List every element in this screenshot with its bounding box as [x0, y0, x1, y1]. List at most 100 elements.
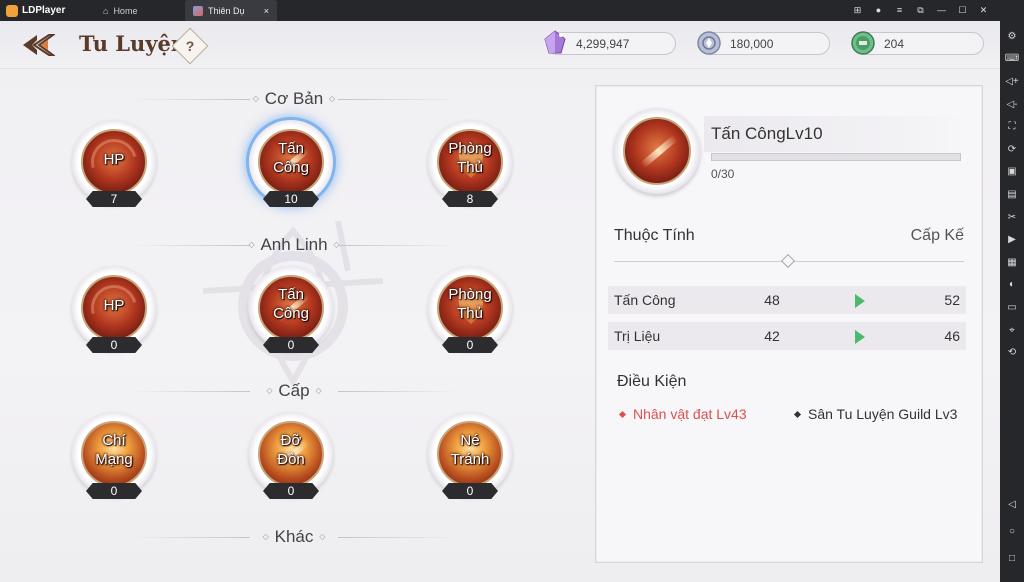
recent-apps-icon[interactable]: □ [1000, 545, 1024, 572]
bullet-icon [618, 410, 627, 418]
conditions-header: Điều Kiện [617, 373, 687, 390]
brand: LDPlayer [0, 4, 95, 17]
bullet-icon [793, 410, 802, 418]
skill-level-badge: 0 [442, 483, 498, 499]
window-controls: ⊞ ● ≡ ⧉ — ☐ ✕ [847, 5, 1000, 16]
skill-defense-basic[interactable]: Phòng Thủ 8 [425, 117, 515, 207]
skill-attack-spirit[interactable]: Tấn Công 0 [246, 263, 336, 353]
skill-attack-basic[interactable]: Tấn Công 10 [246, 117, 336, 207]
account-icon[interactable]: ● [868, 5, 889, 16]
close-icon[interactable]: ✕ [973, 5, 994, 16]
section-title: Anh Linh [248, 235, 339, 255]
help-label: ? [185, 38, 195, 54]
maximize-icon[interactable]: ☐ [952, 5, 973, 16]
stat-name: Trị Liệu [614, 328, 661, 344]
condition-text: Sân Tu Luyện Guild Lv3 [808, 406, 958, 422]
condition-text: Nhân vật đạt Lv43 [633, 406, 747, 422]
record-icon[interactable]: ▶ [1000, 228, 1024, 251]
skill-label: Né Tránh [450, 432, 490, 468]
stat-row: Tấn Công 48 52 [608, 286, 966, 314]
back-arrow-icon [23, 34, 55, 56]
skill-label: Chí Mạng [95, 432, 133, 468]
section-header-anh-linh: Anh Linh [120, 233, 468, 257]
tab-game-label: Thiên Dụ [208, 5, 245, 16]
progress-bar [711, 153, 961, 161]
skill-level-badge: 0 [263, 337, 319, 353]
keyboard-icon[interactable]: ⌨ [1000, 48, 1024, 71]
progress-text: 0/30 [711, 167, 735, 181]
skill-level-badge: 10 [263, 191, 319, 207]
home-icon[interactable]: ○ [1000, 518, 1024, 545]
settings-icon[interactable]: ⚙ [1000, 25, 1024, 48]
skill-defense-spirit[interactable]: Phòng Thủ 0 [425, 263, 515, 353]
help-button[interactable]: ? [171, 27, 209, 65]
stat-row: Trị Liệu 42 46 [608, 322, 966, 350]
stat-next: 46 [944, 328, 960, 344]
tab-game[interactable]: Thiên Dụ × [185, 0, 277, 21]
stat-next: 52 [944, 292, 960, 308]
volume-down-icon[interactable]: ◁- [1000, 93, 1024, 116]
tab-home-label: Home [113, 5, 138, 16]
arrow-right-icon [855, 294, 865, 308]
skill-level-badge: 7 [86, 191, 142, 207]
attributes-header: Thuộc Tính [614, 227, 695, 244]
silver-coin-icon [697, 31, 721, 55]
folder-icon[interactable]: ▭ [1000, 296, 1024, 319]
minimize-icon[interactable]: — [931, 5, 952, 16]
section-title: Cấp [266, 381, 321, 401]
stat-current: 42 [764, 328, 780, 344]
game-icon [193, 5, 203, 16]
resolution-icon[interactable]: ⛶ [1000, 115, 1024, 138]
page-title: Tu Luyện [79, 31, 187, 56]
back-button[interactable] [20, 31, 56, 59]
skill-level-badge: 0 [86, 337, 142, 353]
section-header-co-ban: Cơ Bản [120, 87, 468, 111]
ldplayer-logo-icon [6, 4, 18, 17]
restore-icon[interactable]: ⧉ [910, 5, 931, 16]
skill-hp-spirit[interactable]: HP 0 [69, 263, 159, 353]
volume-up-icon[interactable]: ◁+ [1000, 70, 1024, 93]
stat-current: 48 [764, 292, 780, 308]
game-header: Tu Luyện ? 4,299,947 180,000 204 [0, 21, 1000, 69]
game-screen: Tu Luyện ? 4,299,947 180,000 204 ◇ Cơ Bả… [0, 21, 1000, 582]
skill-label: Tấn Công [273, 286, 309, 322]
rotate-icon[interactable]: ⟲ [1000, 341, 1024, 364]
skill-dodge[interactable]: Né Tránh 0 [425, 409, 515, 499]
gamepad-icon[interactable]: ⊞ [847, 5, 868, 16]
macro-icon[interactable]: ▤ [1000, 183, 1024, 206]
skill-level-badge: 0 [442, 337, 498, 353]
operation-icon[interactable]: ▦ [1000, 251, 1024, 274]
skill-level-badge: 0 [86, 483, 142, 499]
skill-critical[interactable]: Chí Mạng 0 [69, 409, 159, 499]
section-title: Cơ Bản [253, 89, 336, 109]
guild-coin-icon [851, 31, 875, 55]
emulator-sidebar: ⚙ ⌨ ◁+ ◁- ⛶ ⟳ ▣ ▤ ✂ ▶ ▦ ◐ ▭ ⌖ ⟲ ◁ ○ □ [1000, 0, 1024, 582]
install-apk-icon[interactable]: ▣ [1000, 161, 1024, 184]
condition-item: Sân Tu Luyện Guild Lv3 [793, 406, 958, 422]
tab-home[interactable]: ⌂ Home [95, 0, 183, 21]
resource-crystal: 4,299,947 [544, 30, 676, 55]
skill-label: HP [103, 151, 125, 168]
stat-name: Tấn Công [614, 292, 676, 308]
cut-icon[interactable]: ✂ [1000, 206, 1024, 229]
tab-close-icon[interactable]: × [264, 6, 269, 16]
condition-item: Nhân vật đạt Lv43 [618, 406, 747, 422]
skill-label: Phòng Thủ [448, 140, 492, 176]
next-level-header: Cấp Kế [910, 227, 964, 244]
back-icon[interactable]: ◁ [1000, 491, 1024, 518]
resource-silver: 180,000 [697, 31, 830, 55]
skill-block[interactable]: Đỡ Đòn 0 [246, 409, 336, 499]
attack-icon [623, 117, 691, 185]
resource-guild: 204 [851, 31, 984, 55]
skill-hp-basic[interactable]: HP 7 [69, 117, 159, 207]
shake-icon[interactable]: ◐ [1000, 274, 1024, 297]
divider-ornament [780, 253, 796, 269]
selected-skill-name: Tấn CôngLv10 [711, 124, 823, 143]
arrow-right-icon [855, 330, 865, 344]
skill-label: Đỡ Đòn [277, 432, 305, 468]
menu-icon[interactable]: ≡ [889, 5, 910, 16]
selected-skill-icon [614, 108, 700, 194]
brand-name: LDPlayer [22, 5, 66, 16]
sync-icon[interactable]: ⟳ [1000, 138, 1024, 161]
location-icon[interactable]: ⌖ [1000, 319, 1024, 342]
